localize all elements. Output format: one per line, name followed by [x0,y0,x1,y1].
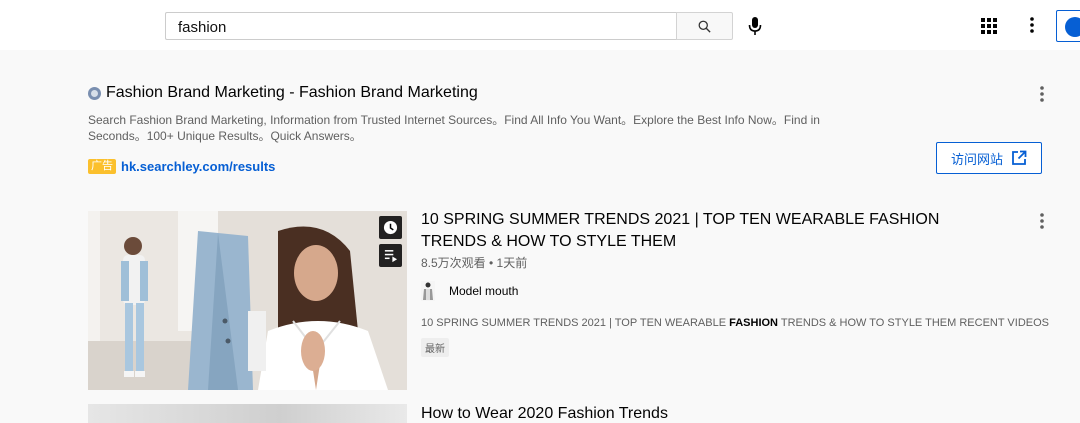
video-description: 10 SPRING SUMMER TRENDS 2021 | TOP TEN W… [421,317,1051,329]
new-badge: 最新 [421,338,449,357]
watch-later-icon [383,220,398,235]
ad-more-button[interactable] [1034,84,1050,104]
channel-name[interactable]: Model mouth [449,284,518,298]
voice-search-button[interactable] [744,14,766,38]
add-to-queue-button[interactable] [379,244,402,267]
video-meta: 8.5万次观看 • 1天前 [421,256,528,270]
external-link-icon [1012,150,1027,165]
mic-icon [748,17,762,35]
thumbnail-image [88,211,407,390]
settings-more-button[interactable] [1024,15,1040,35]
ad-title-row[interactable]: Fashion Brand Marketing - Fashion Brand … [88,84,478,102]
video-title[interactable]: How to Wear 2020 Fashion Trends [421,405,668,423]
video-result[interactable]: How to Wear 2020 Fashion Trends [88,404,1048,423]
search-input[interactable] [178,17,658,37]
top-bar [0,0,1080,50]
visit-site-label: 访问网站 [950,151,1003,167]
ad-badge: 广告 [88,159,116,174]
watch-later-button[interactable] [379,216,402,239]
video-more-button[interactable] [1034,211,1050,231]
channel-avatar[interactable] [421,281,435,301]
add-to-queue-icon [384,250,398,263]
more-vertical-icon [1040,86,1044,102]
search-icon [698,20,711,33]
desc-text: 10 SPRING SUMMER TRENDS 2021 | TOP TEN W… [421,317,730,329]
desc-text-end: TRENDS & HOW TO STYLE THEM RECENT VIDEOS… [778,317,1051,329]
video-thumbnail[interactable] [88,404,407,423]
account-icon [1065,17,1080,37]
apps-button[interactable] [980,17,998,35]
visit-site-button[interactable]: 访问网站 [936,142,1042,174]
apps-grid-icon [981,18,997,34]
more-vertical-icon [1030,17,1034,33]
globe-icon [88,86,101,100]
search-button[interactable] [676,12,733,40]
video-title[interactable]: 10 SPRING SUMMER TRENDS 2021 | TOP TEN W… [421,209,1001,253]
more-vertical-icon [1040,213,1044,229]
ad-description: Search Fashion Brand Marketing, Informat… [88,113,820,143]
channel-row[interactable]: Model mouth [421,281,518,301]
desc-highlight: FASHION [729,317,779,329]
ad-title[interactable]: Fashion Brand Marketing - Fashion Brand … [106,84,478,102]
search-box[interactable] [165,12,676,40]
ad-url-link[interactable]: hk.searchley.com/results [121,159,275,174]
sign-in-button[interactable] [1056,10,1080,42]
video-thumbnail[interactable] [88,211,407,390]
video-result[interactable]: 10 SPRING SUMMER TRENDS 2021 | TOP TEN W… [88,209,1051,391]
ad-url-row: 广告 hk.searchley.com/results [88,159,275,174]
